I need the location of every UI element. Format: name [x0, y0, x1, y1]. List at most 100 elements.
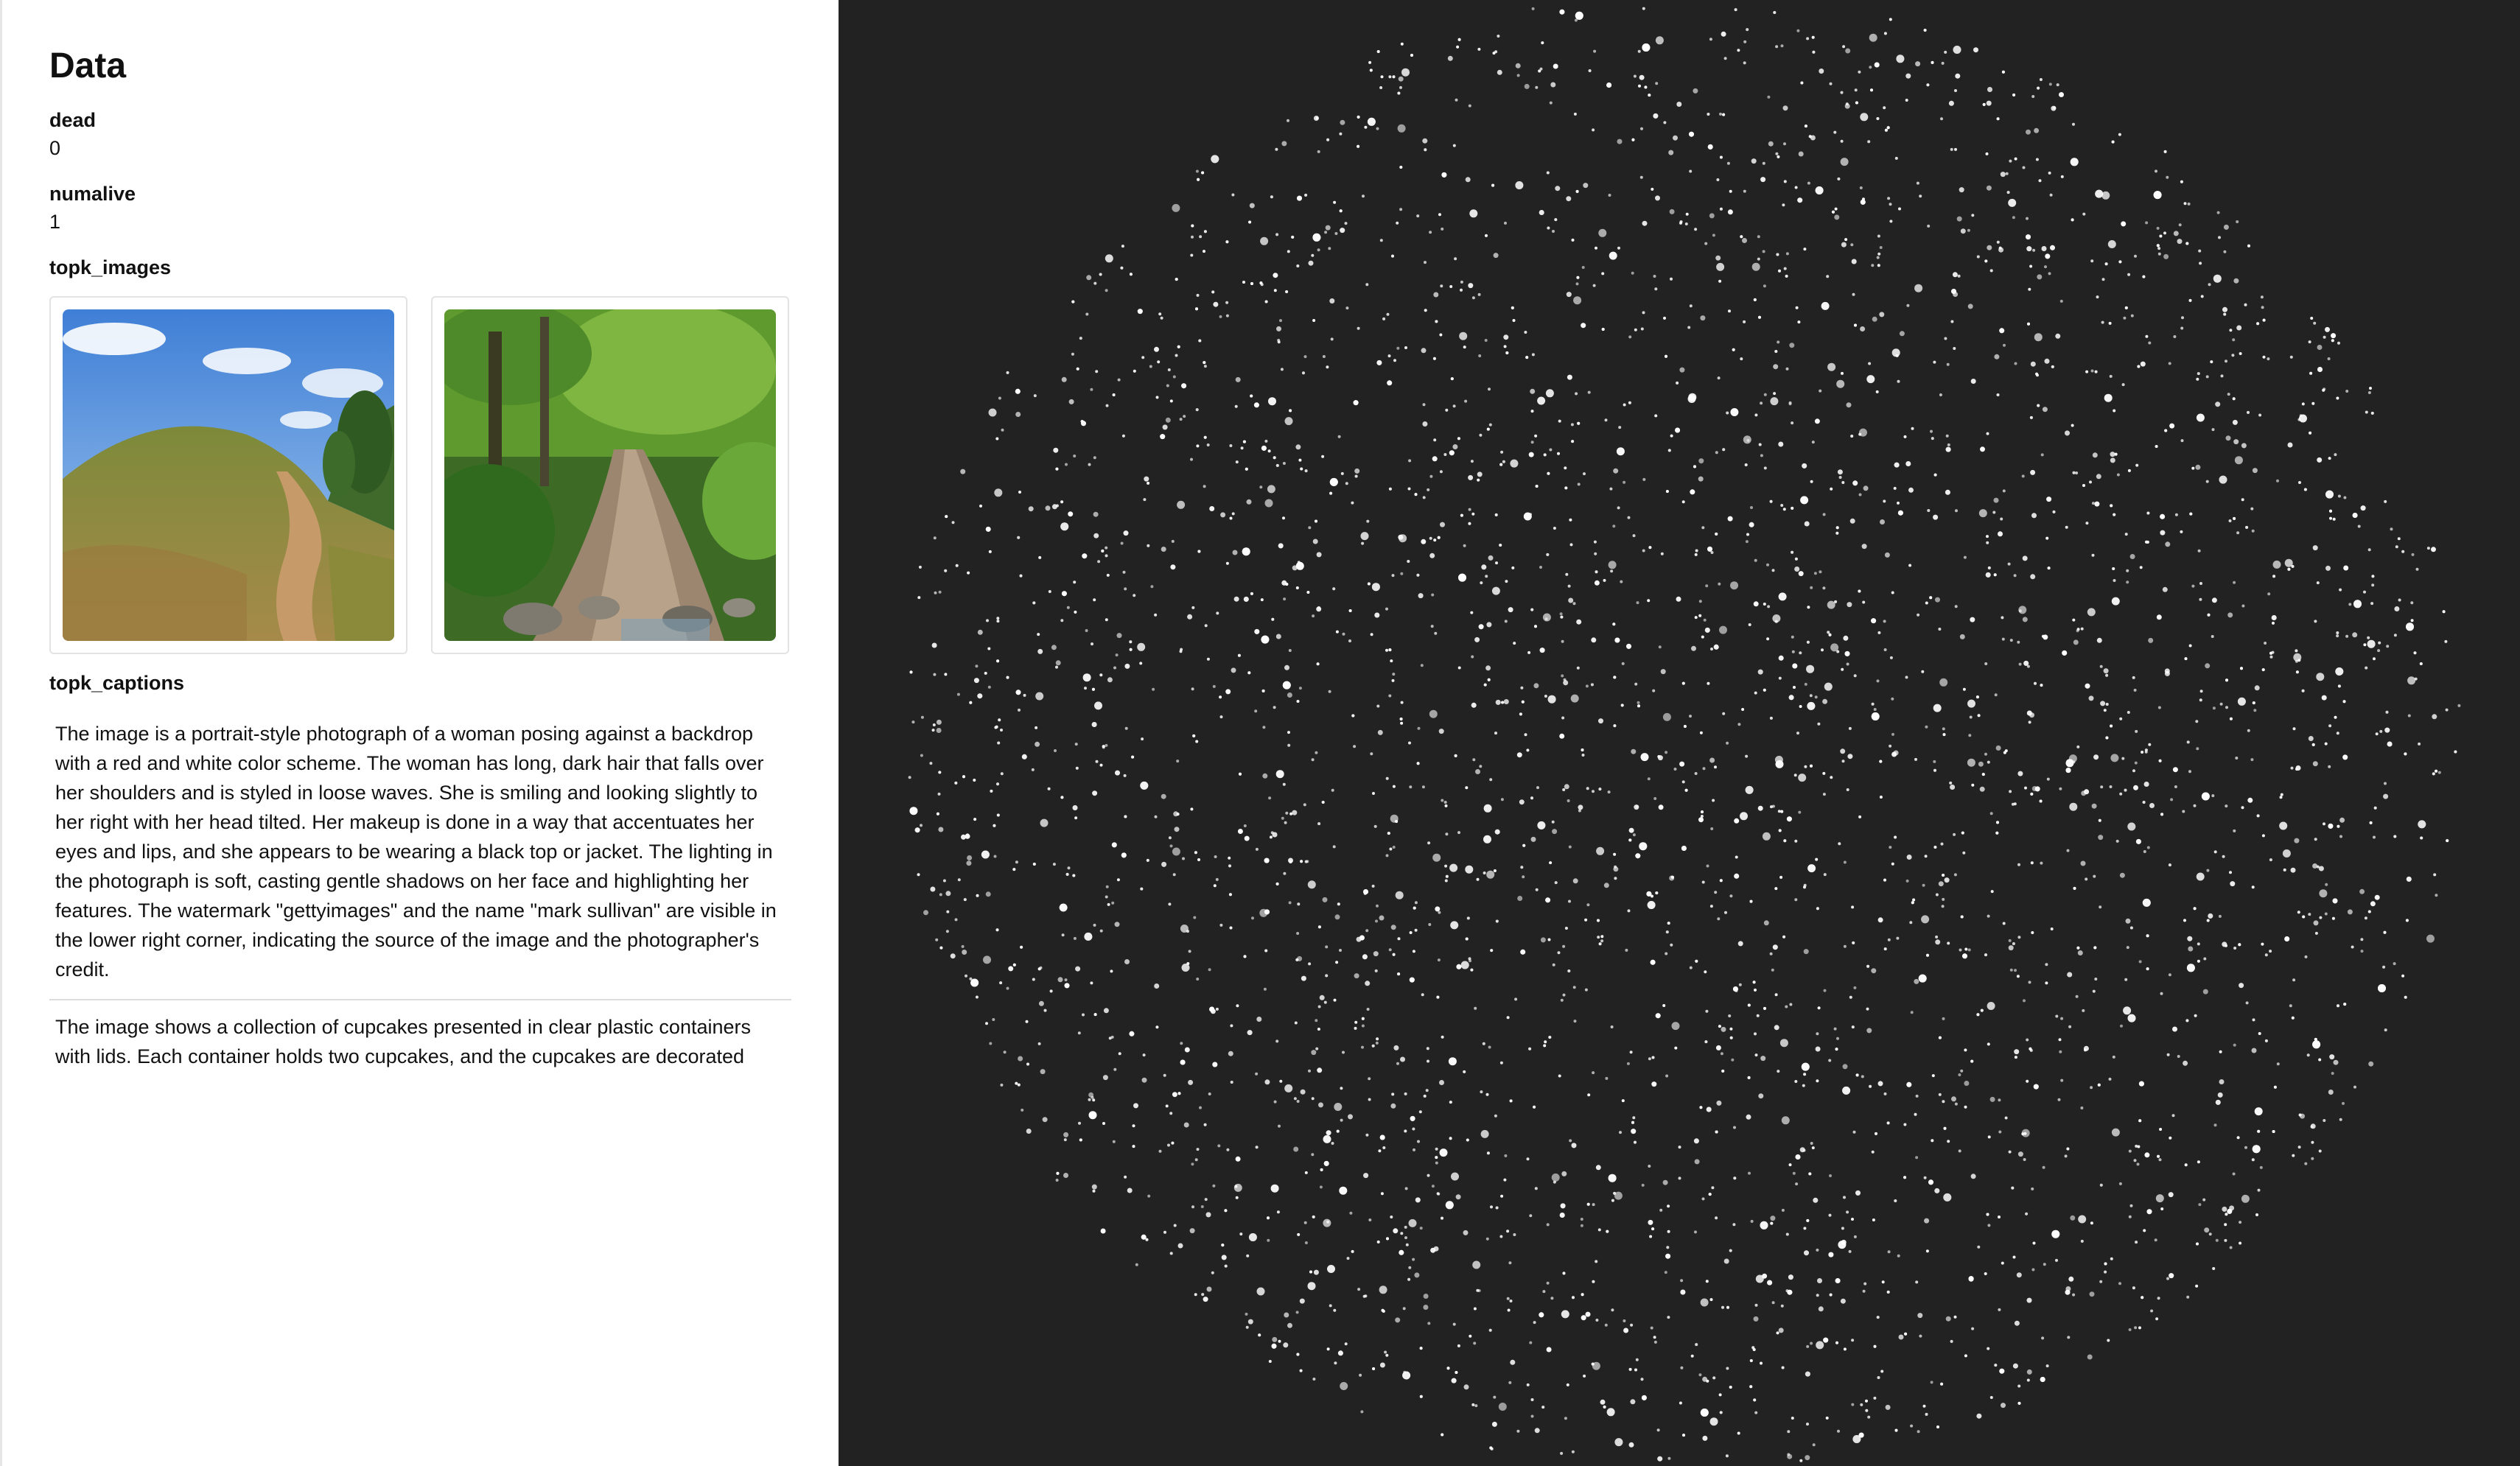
scatter-point[interactable]	[1689, 715, 1692, 718]
scatter-point[interactable]	[1301, 975, 1306, 981]
scatter-point[interactable]	[996, 617, 1000, 620]
scatter-point[interactable]	[1033, 394, 1037, 398]
scatter-point[interactable]	[1015, 860, 1018, 864]
scatter-point[interactable]	[1272, 1336, 1278, 1342]
scatter-point[interactable]	[1935, 597, 1940, 603]
scatter-point[interactable]	[1127, 1188, 1133, 1193]
scatter-point[interactable]	[1254, 628, 1260, 634]
scatter-point[interactable]	[1575, 11, 1583, 20]
scatter-point[interactable]	[1547, 226, 1550, 230]
scatter-point[interactable]	[1849, 995, 1852, 999]
scatter-point[interactable]	[1534, 1187, 1538, 1190]
scatter-point[interactable]	[1774, 755, 1783, 764]
scatter-point[interactable]	[1647, 599, 1651, 603]
scatter-point[interactable]	[2157, 252, 2161, 256]
scatter-point[interactable]	[1980, 446, 1985, 452]
scatter-point[interactable]	[1425, 1089, 1429, 1093]
scatter-point[interactable]	[1804, 124, 1807, 128]
scatter-point[interactable]	[2023, 1158, 2026, 1161]
scatter-point[interactable]	[1704, 627, 1710, 633]
scatter-point[interactable]	[1275, 634, 1281, 639]
scatter-point[interactable]	[1746, 533, 1749, 536]
scatter-point[interactable]	[2160, 813, 2164, 816]
scatter-point[interactable]	[1840, 158, 1849, 166]
scatter-point[interactable]	[2026, 1079, 2029, 1083]
scatter-point[interactable]	[2104, 262, 2108, 266]
scatter-point[interactable]	[2331, 916, 2335, 920]
scatter-point[interactable]	[2017, 936, 2021, 939]
scatter-point[interactable]	[1323, 1218, 1331, 1227]
scatter-point[interactable]	[1732, 348, 1735, 351]
scatter-point[interactable]	[1427, 1174, 1430, 1177]
scatter-point[interactable]	[2009, 968, 2013, 972]
scatter-point[interactable]	[1327, 1265, 1335, 1273]
scatter-point[interactable]	[1129, 640, 1133, 644]
scatter-point[interactable]	[945, 891, 951, 897]
scatter-point[interactable]	[2205, 375, 2209, 379]
scatter-point[interactable]	[1806, 1344, 1810, 1348]
scatter-point[interactable]	[1950, 785, 1956, 790]
scatter-point[interactable]	[2121, 221, 2127, 227]
scatter-point[interactable]	[1500, 450, 1504, 454]
scatter-point[interactable]	[2111, 597, 2120, 606]
scatter-point[interactable]	[2261, 668, 2265, 672]
scatter-point[interactable]	[1387, 354, 1391, 358]
scatter-point[interactable]	[1915, 1094, 1919, 1098]
scatter-point[interactable]	[2393, 835, 2397, 838]
scatter-point[interactable]	[1441, 799, 1444, 802]
scatter-point[interactable]	[1604, 418, 1608, 422]
scatter-point[interactable]	[1121, 434, 1125, 438]
scatter-point[interactable]	[1384, 1350, 1387, 1354]
scatter-point[interactable]	[2045, 963, 2048, 967]
scatter-point[interactable]	[1524, 331, 1527, 334]
scatter-point[interactable]	[967, 855, 973, 860]
scatter-point[interactable]	[1851, 259, 1857, 264]
scatter-point[interactable]	[2018, 609, 2022, 613]
scatter-point[interactable]	[1767, 95, 1771, 99]
scatter-point[interactable]	[1037, 967, 1041, 971]
scatter-point[interactable]	[2023, 1132, 2027, 1135]
scatter-point[interactable]	[1197, 550, 1201, 553]
scatter-point[interactable]	[1316, 552, 1322, 558]
scatter-point[interactable]	[1376, 904, 1379, 908]
scatter-point[interactable]	[1067, 866, 1071, 870]
scatter-point[interactable]	[1640, 753, 1649, 762]
scatter-point[interactable]	[2023, 660, 2029, 666]
scatter-point[interactable]	[1883, 106, 1886, 110]
scatter-point[interactable]	[1557, 951, 1561, 955]
scatter-point[interactable]	[1396, 346, 1400, 350]
scatter-point[interactable]	[1345, 306, 1349, 310]
scatter-point[interactable]	[2405, 919, 2409, 922]
scatter-point[interactable]	[988, 550, 992, 553]
scatter-point[interactable]	[1854, 88, 1858, 92]
scatter-point[interactable]	[1376, 360, 1382, 365]
scatter-point[interactable]	[1575, 392, 1578, 396]
scatter-point[interactable]	[1658, 645, 1662, 649]
scatter-point[interactable]	[1203, 250, 1205, 253]
scatter-point[interactable]	[2044, 265, 2047, 269]
scatter-point[interactable]	[1514, 997, 1518, 1001]
scatter-point[interactable]	[1332, 845, 1336, 849]
scatter-point[interactable]	[2050, 245, 2055, 250]
scatter-point[interactable]	[2156, 614, 2162, 620]
scatter-point[interactable]	[2159, 234, 2163, 238]
scatter-point[interactable]	[1336, 1129, 1340, 1133]
scatter-point[interactable]	[1368, 1218, 1372, 1221]
scatter-point[interactable]	[1986, 185, 1992, 191]
scatter-point[interactable]	[1228, 864, 1231, 868]
scatter-point[interactable]	[1190, 253, 1194, 257]
scatter-point[interactable]	[1431, 1185, 1435, 1188]
scatter-point[interactable]	[1722, 712, 1726, 715]
scatter-point[interactable]	[1008, 966, 1014, 972]
scatter-point[interactable]	[1308, 526, 1312, 530]
scatter-point[interactable]	[2055, 1258, 2058, 1262]
scatter-point[interactable]	[1723, 57, 1727, 60]
scatter-point[interactable]	[1488, 423, 1492, 427]
scatter-point[interactable]	[1037, 1042, 1041, 1045]
scatter-point[interactable]	[2072, 1293, 2076, 1297]
scatter-point[interactable]	[1585, 684, 1589, 688]
scatter-point[interactable]	[1283, 1342, 1289, 1348]
scatter-point[interactable]	[1385, 648, 1388, 652]
scatter-point[interactable]	[1962, 687, 1966, 691]
scatter-point[interactable]	[931, 642, 937, 648]
